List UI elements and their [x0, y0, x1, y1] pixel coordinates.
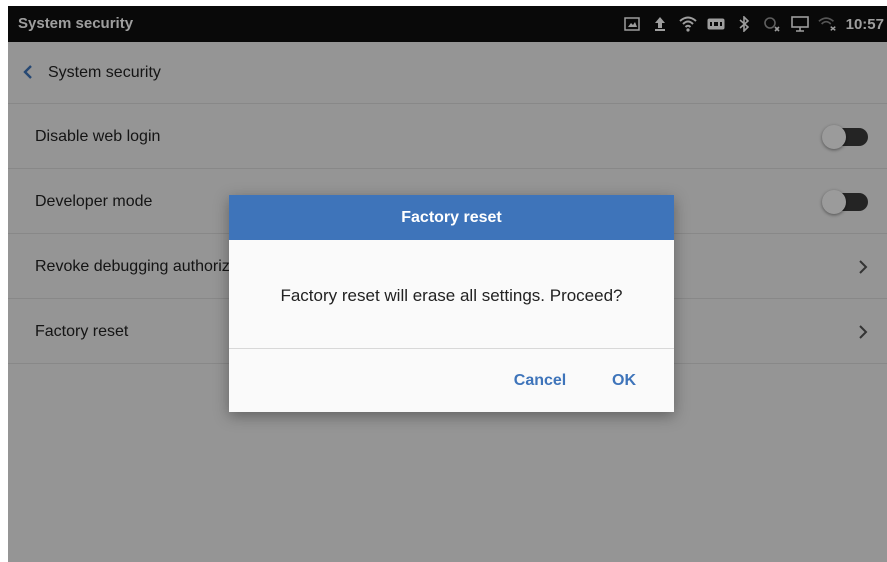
device-screen: System security 10:57 System security Di… [8, 6, 887, 562]
factory-reset-dialog: Factory reset Factory reset will erase a… [229, 195, 674, 412]
cancel-button[interactable]: Cancel [508, 349, 572, 412]
dialog-message: Factory reset will erase all settings. P… [280, 286, 623, 305]
dialog-title: Factory reset [229, 195, 674, 240]
ok-button[interactable]: OK [604, 349, 644, 412]
